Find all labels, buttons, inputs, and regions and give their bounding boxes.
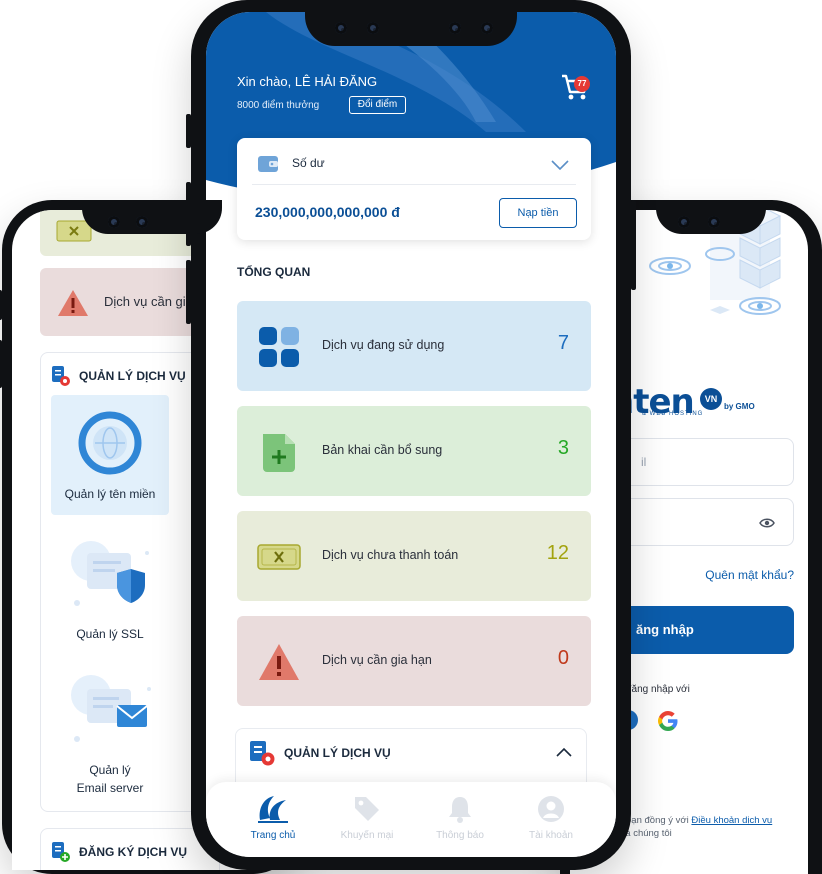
chevron-up-icon[interactable] [556, 747, 572, 757]
nav-notifications[interactable]: Thông báo [420, 794, 500, 841]
stat-value: 0 [557, 647, 569, 669]
stat-renewal-due[interactable]: Dịch vụ cần gia hạn 0 [237, 616, 591, 706]
side-button [631, 200, 636, 290]
tile-email-server-management[interactable]: Quản lý Email server [51, 673, 169, 803]
left-phone-notch [82, 200, 222, 234]
shield-icon [71, 541, 149, 606]
forgot-password-link[interactable]: Quên mật khẩu? [705, 568, 794, 582]
stat-label: Bản khai cần bổ sung [322, 443, 443, 457]
manage-services-icon [250, 741, 275, 766]
balance-label: Số dư [292, 156, 325, 170]
stat-active-services[interactable]: Dịch vụ đang sử dụng 7 [237, 301, 591, 391]
or-login-with-label: đăng nhập với [626, 684, 690, 695]
overview-title: TỔNG QUAN [237, 265, 311, 279]
google-icon[interactable] [657, 710, 679, 732]
cart-badge: 77 [574, 76, 590, 92]
register-services-panel[interactable]: ĐĂNG KÝ DỊCH VỤ [40, 828, 220, 870]
greeting-text: Xin chào, LÊ HẢI ĐĂNG [237, 74, 378, 89]
register-services-icon [52, 842, 70, 862]
logo-tagline: & WEB HOSTING [642, 411, 704, 417]
mail-icon [71, 675, 151, 742]
stat-value: 12 [546, 542, 569, 564]
logo-vn-badge: VN [700, 388, 722, 410]
balance-divider [252, 184, 576, 185]
side-button [0, 290, 2, 320]
register-services-title: ĐĂNG KÝ DỊCH VỤ [51, 841, 187, 863]
stat-label: Dịch vụ cần gia hạn [322, 653, 432, 667]
bell-icon [449, 797, 471, 823]
side-button [186, 114, 191, 148]
balance-card: Số dư 230,000,000,000,000 đ Nạp tiền [237, 138, 591, 240]
document-add-icon [263, 434, 295, 472]
warning-icon [58, 290, 88, 316]
stat-label: Dịch vụ chưa thanh toán [322, 548, 459, 562]
center-phone-notch [305, 0, 517, 46]
renew-label: Dịch vụ cần gia [104, 294, 193, 309]
wallet-icon [258, 156, 278, 172]
email-field[interactable]: il [620, 438, 794, 486]
stat-pending-declarations[interactable]: Bản khai cần bổ sung 3 [237, 406, 591, 496]
password-field[interactable] [620, 498, 794, 546]
center-phone-screen: Xin chào, LÊ HẢI ĐĂNG 8000 điểm thưởng Đ… [206, 12, 616, 857]
manage-services-title: QUẢN LÝ DỊCH VỤ [51, 365, 186, 387]
tag-icon [355, 797, 379, 821]
eye-icon[interactable] [759, 517, 775, 529]
manage-services-title: QUẢN LÝ DỊCH VỤ [284, 746, 391, 760]
terms-notice: " bạn đồng ý với Điều khoản dịch vụ ủa c… [620, 815, 773, 839]
user-icon [538, 796, 564, 822]
nav-home[interactable]: Trang chủ [233, 794, 313, 841]
nav-account[interactable]: Tài khoản [511, 794, 591, 841]
services-grid-icon [259, 327, 299, 367]
manage-services-icon [52, 366, 70, 386]
logo-gmo: by GMO [724, 402, 755, 411]
warning-icon [259, 644, 299, 680]
bottom-navigation: Trang chủ Khuyến mại Thông báo Tài khoản [206, 782, 616, 857]
chevron-down-icon[interactable] [551, 160, 569, 170]
terms-of-service-link[interactable]: Điều khoản dịch vụ [691, 815, 772, 826]
login-button[interactable]: ăng nhập [610, 606, 794, 654]
cash-icon [257, 544, 301, 570]
stat-value: 3 [557, 437, 569, 459]
email-placeholder: il [641, 455, 647, 469]
tile-ssl-management[interactable]: Quản lý SSL [51, 535, 169, 645]
stat-value: 7 [557, 332, 569, 354]
stat-label: Dịch vụ đang sử dụng [322, 338, 445, 352]
nav-promotions[interactable]: Khuyến mại [327, 794, 407, 841]
globe-icon [78, 411, 142, 475]
top-up-button[interactable]: Nạp tiền [499, 198, 577, 228]
reward-points: 8000 điểm thưởng [237, 100, 320, 111]
tile-domain-management[interactable]: Quản lý tên miền [51, 395, 169, 515]
stat-unpaid-services[interactable]: Dịch vụ chưa thanh toán 12 [237, 511, 591, 601]
side-button [186, 260, 191, 324]
center-phone-frame: Xin chào, LÊ HẢI ĐĂNG 8000 điểm thưởng Đ… [186, 0, 636, 870]
redeem-points-button[interactable]: Đổi điểm [349, 96, 406, 114]
side-button [0, 340, 2, 388]
right-phone-notch [656, 200, 766, 234]
home-swoosh-icon [258, 796, 288, 823]
balance-amount: 230,000,000,000,000 đ [255, 204, 400, 220]
